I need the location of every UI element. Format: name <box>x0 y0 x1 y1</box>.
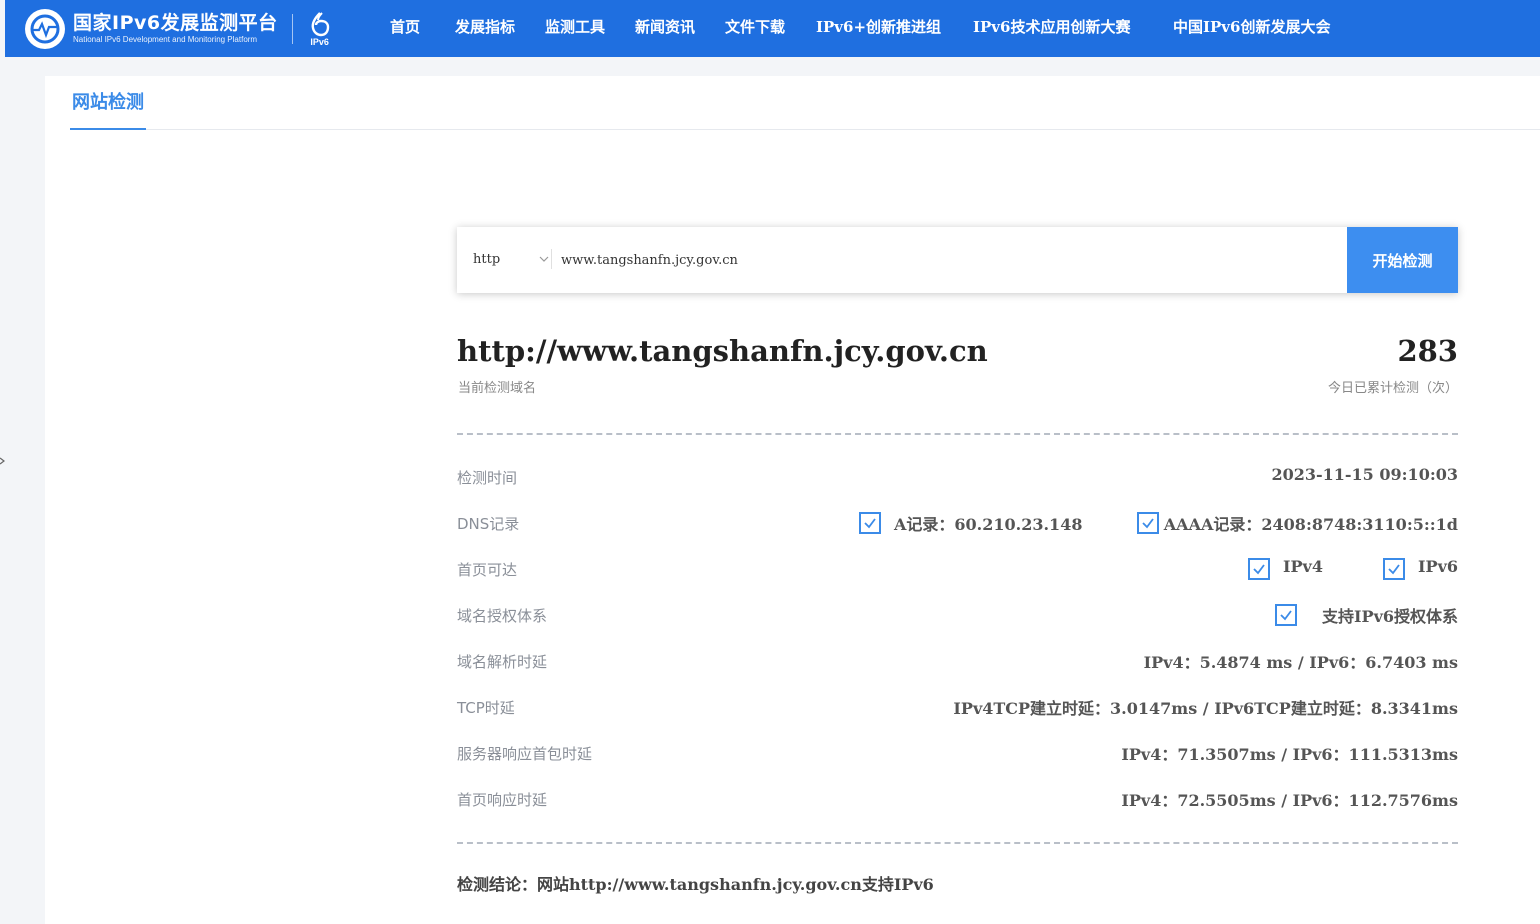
check-icon <box>1253 564 1265 575</box>
dns-latency-value: IPv4：5.4874 ms / IPv6：6.7403 ms <box>1143 653 1458 672</box>
tcp-label: TCP时延 <box>457 699 515 717</box>
homepage-ipv6-label: IPv6 <box>1418 557 1458 576</box>
result-row-auth: 域名授权体系 支持IPv6授权体系 <box>457 600 1458 630</box>
homepage-label: 首页可达 <box>457 561 518 579</box>
nav-item-conference[interactable]: 中国IPv6创新发展大会 <box>1173 0 1330 57</box>
tcp-value: IPv4TCP建立时延：3.0147ms / IPv6TCP建立时延：8.334… <box>953 699 1458 718</box>
nav-item-promotion-group[interactable]: IPv6+创新推进组 <box>816 0 941 57</box>
dns-label: DNS记录 <box>457 515 520 533</box>
dns-latency-label: 域名解析时延 <box>457 653 548 671</box>
page-response-value: IPv4：72.5505ms / IPv6：112.7576ms <box>1121 791 1458 810</box>
protocol-select-value: http <box>473 252 501 267</box>
url-input[interactable] <box>561 243 1341 277</box>
nav-item-downloads[interactable]: 文件下载 <box>725 0 785 57</box>
main-nav: 首页 发展指标 监测工具 新闻资讯 文件下载 IPv6+创新推进组 IPv6技术… <box>5 0 1540 57</box>
time-value: 2023-11-15 09:10:03 <box>1271 465 1458 484</box>
result-row-page-response: 首页响应时延 IPv4：72.5505ms / IPv6：112.7576ms <box>457 784 1458 814</box>
nav-item-indicators[interactable]: 发展指标 <box>455 0 515 57</box>
a-record-value: A记录：60.210.23.148 <box>894 515 1083 534</box>
check-icon <box>864 518 876 529</box>
a-record-checkbox <box>859 512 881 534</box>
result-row-homepage: 首页可达 IPv4 IPv6 <box>457 554 1458 584</box>
first-packet-label: 服务器响应首包时延 <box>457 745 593 763</box>
result-row-first-packet: 服务器响应首包时延 IPv4：71.3507ms / IPv6：111.5313… <box>457 738 1458 768</box>
daily-check-count-caption: 今日已累计检测（次） <box>1327 381 1458 396</box>
homepage-ipv4-checkbox <box>1248 558 1270 580</box>
top-navigation-bar: 国家IPv6发展监测平台 National IPv6 Development a… <box>5 0 1540 57</box>
auth-checkbox <box>1275 604 1297 626</box>
homepage-ipv4-label: IPv4 <box>1283 557 1323 576</box>
nav-item-competition[interactable]: IPv6技术应用创新大赛 <box>973 0 1130 57</box>
result-row-dns-latency: 域名解析时延 IPv4：5.4874 ms / IPv6：6.7403 ms <box>457 646 1458 676</box>
checked-domain-caption: 当前检测域名 <box>458 381 537 396</box>
check-icon <box>1388 564 1400 575</box>
time-label: 检测时间 <box>457 469 518 487</box>
aaaa-record-value: AAAA记录：2408:8748:3110:5::1d <box>1163 515 1458 534</box>
result-row-tcp: TCP时延 IPv4TCP建立时延：3.0147ms / IPv6TCP建立时延… <box>457 692 1458 722</box>
divider-top <box>457 433 1458 435</box>
chevron-down-icon <box>539 256 549 262</box>
website-search-box: http 开始检测 <box>457 227 1458 293</box>
first-packet-value: IPv4：71.3507ms / IPv6：111.5313ms <box>1121 745 1458 764</box>
tab-website-check[interactable]: 网站检测 <box>70 76 146 130</box>
check-conclusion: 检测结论：网站http://www.tangshanfn.jcy.gov.cn支… <box>457 875 934 894</box>
checked-domain: http://www.tangshanfn.jcy.gov.cn <box>457 334 988 368</box>
nav-item-news[interactable]: 新闻资讯 <box>635 0 695 57</box>
check-icon <box>1280 610 1292 621</box>
divider-bottom <box>457 842 1458 844</box>
auth-label: 域名授权体系 <box>457 607 548 625</box>
select-divider <box>551 249 552 269</box>
protocol-select[interactable]: http <box>473 227 551 293</box>
main-content-panel: 网站检测 http 开始检测 http://www.tangshanfn.jcy… <box>45 76 1540 924</box>
check-icon <box>1142 518 1154 529</box>
auth-value: 支持IPv6授权体系 <box>1322 607 1458 626</box>
nav-item-tools[interactable]: 监测工具 <box>545 0 605 57</box>
result-row-dns: DNS记录 A记录：60.210.23.148 AAAA记录：2408:8748… <box>457 508 1458 538</box>
page-response-label: 首页响应时延 <box>457 791 548 809</box>
tab-bar: 网站检测 <box>70 76 1540 130</box>
homepage-ipv6-checkbox <box>1383 558 1405 580</box>
start-check-button[interactable]: 开始检测 <box>1347 227 1458 293</box>
result-row-time: 检测时间 2023-11-15 09:10:03 <box>457 462 1458 492</box>
daily-check-count: 283 <box>1397 334 1458 368</box>
nav-item-home[interactable]: 首页 <box>390 0 420 57</box>
side-collapse-arrow-icon[interactable] <box>0 456 5 466</box>
aaaa-record-checkbox <box>1137 512 1159 534</box>
